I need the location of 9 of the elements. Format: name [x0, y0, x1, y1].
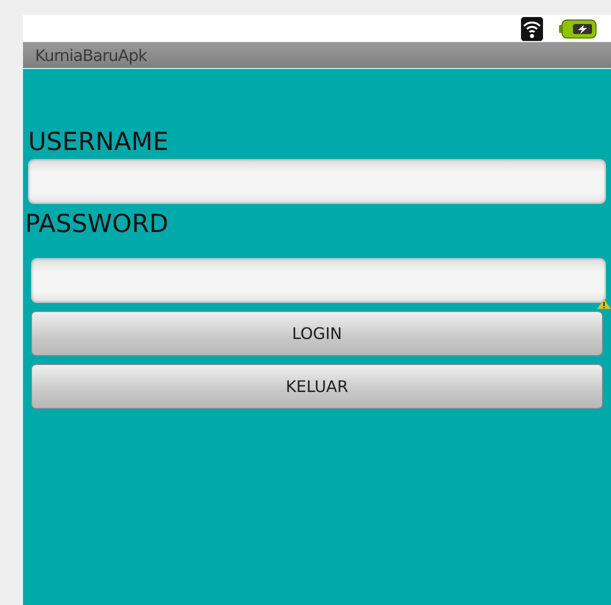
field-label: PASSWORD	[25, 209, 170, 239]
battery-icon	[559, 18, 597, 38]
password-field[interactable]	[31, 258, 606, 303]
action-button[interactable]: LOGIN	[31, 311, 603, 356]
action-button[interactable]: KELUAR	[31, 364, 603, 409]
username-field[interactable]	[28, 159, 606, 204]
field-label: USERNAME	[28, 127, 170, 157]
warning-icon	[597, 299, 611, 309]
app-title: KurniaBaruApk	[35, 46, 147, 64]
